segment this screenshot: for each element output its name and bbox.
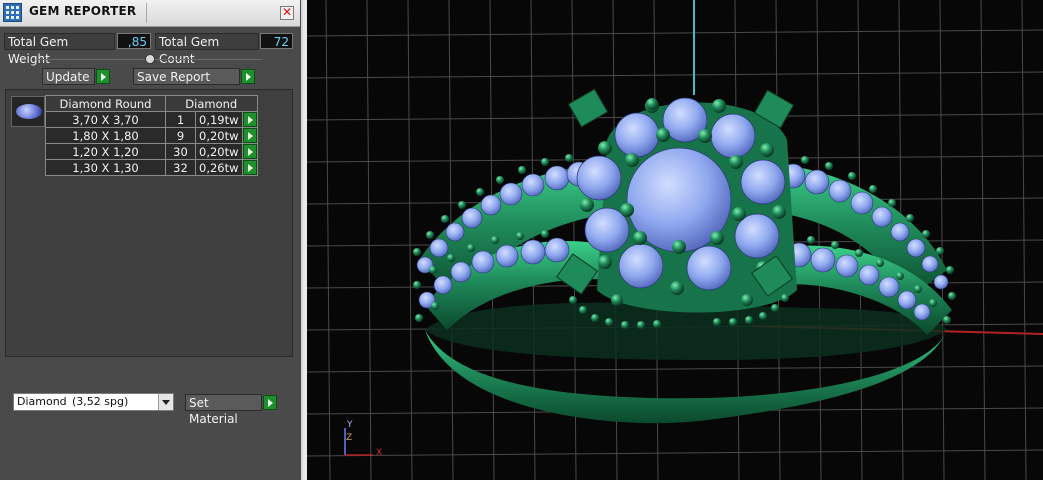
set-material-button-label: Set Material <box>189 396 238 426</box>
axis-z-label: Z <box>346 433 353 443</box>
table-row[interactable]: 3,70 X 3,70 1 0,19tw <box>45 111 258 128</box>
total-gem-weight-value: ,85 <box>117 33 151 49</box>
table-row[interactable]: 1,20 X 1,20 30 0,20tw <box>45 143 258 160</box>
total-gem-count-label: Total Gem Count <box>155 33 259 66</box>
gem-size-cell: 1,20 X 1,20 <box>45 143 166 160</box>
axis-y-label: Y <box>347 420 353 430</box>
viewport-canvas[interactable] <box>307 0 1043 480</box>
gem-weight-cell: 0,20tw <box>195 143 243 160</box>
select-row-icon[interactable] <box>242 112 257 127</box>
3d-viewport[interactable]: Y Z X <box>307 0 1043 480</box>
title-divider <box>146 3 147 23</box>
table-row[interactable]: 1,30 X 1,30 32 0,26tw <box>45 159 258 176</box>
material-select[interactable]: Diamond (3,52 spg) <box>13 393 174 411</box>
table-row[interactable]: 1,80 X 1,80 9 0,20tw <box>45 127 258 144</box>
material-select-value: Diamond <box>17 395 67 408</box>
window-title: GEM REPORTER <box>29 4 137 18</box>
select-row-icon[interactable] <box>242 128 257 143</box>
ring-model[interactable] <box>413 88 956 424</box>
save-report-button-label: Save Report <box>137 70 211 84</box>
set-material-button[interactable]: Set Material <box>185 394 262 426</box>
material-density: (3,52 spg) <box>72 395 129 408</box>
save-report-button[interactable]: Save Report <box>133 68 240 85</box>
axis-x-label: X <box>376 448 383 458</box>
oval-diamond-icon <box>16 104 42 119</box>
gem-count-cell: 9 <box>165 127 196 144</box>
update-go-icon[interactable] <box>96 69 110 84</box>
chevron-down-icon[interactable] <box>158 394 173 410</box>
gem-size-cell: 1,80 X 1,80 <box>45 127 166 144</box>
gem-weight-cell: 0,19tw <box>195 111 243 128</box>
zoom-slider-handle[interactable] <box>145 54 155 64</box>
gem-reporter-panel: GEM REPORTER ✕ Total Gem Weight ,85 Tota… <box>0 0 303 480</box>
gem-reporter-app-icon <box>3 3 22 22</box>
select-row-icon[interactable] <box>242 160 257 175</box>
gem-shape-thumbnail[interactable] <box>11 96 45 127</box>
gem-weight-cell: 0,26tw <box>195 159 243 176</box>
gem-size-cell: 3,70 X 3,70 <box>45 111 166 128</box>
gem-count-cell: 1 <box>165 111 196 128</box>
total-gem-count-value: 72 <box>260 33 293 49</box>
gem-size-cell: 1,30 X 1,30 <box>45 159 166 176</box>
col-header-stone-shape[interactable]: Diamond Round <box>45 95 166 112</box>
update-button[interactable]: Update <box>42 68 95 85</box>
close-icon[interactable]: ✕ <box>280 6 294 20</box>
update-button-label: Update <box>46 70 90 84</box>
select-row-icon[interactable] <box>242 144 257 159</box>
gem-weight-cell: 0,20tw <box>195 127 243 144</box>
gem-table: Diamond Round Diamond 3,70 X 3,70 1 0,19… <box>45 95 258 176</box>
save-report-go-icon[interactable] <box>241 69 255 84</box>
col-header-material[interactable]: Diamond <box>165 95 258 112</box>
set-material-go-icon[interactable] <box>263 395 277 410</box>
total-gem-weight-label: Total Gem Weight <box>4 33 115 66</box>
gem-count-cell: 32 <box>165 159 196 176</box>
title-bar[interactable]: GEM REPORTER ✕ <box>0 0 300 27</box>
gem-count-cell: 30 <box>165 143 196 160</box>
